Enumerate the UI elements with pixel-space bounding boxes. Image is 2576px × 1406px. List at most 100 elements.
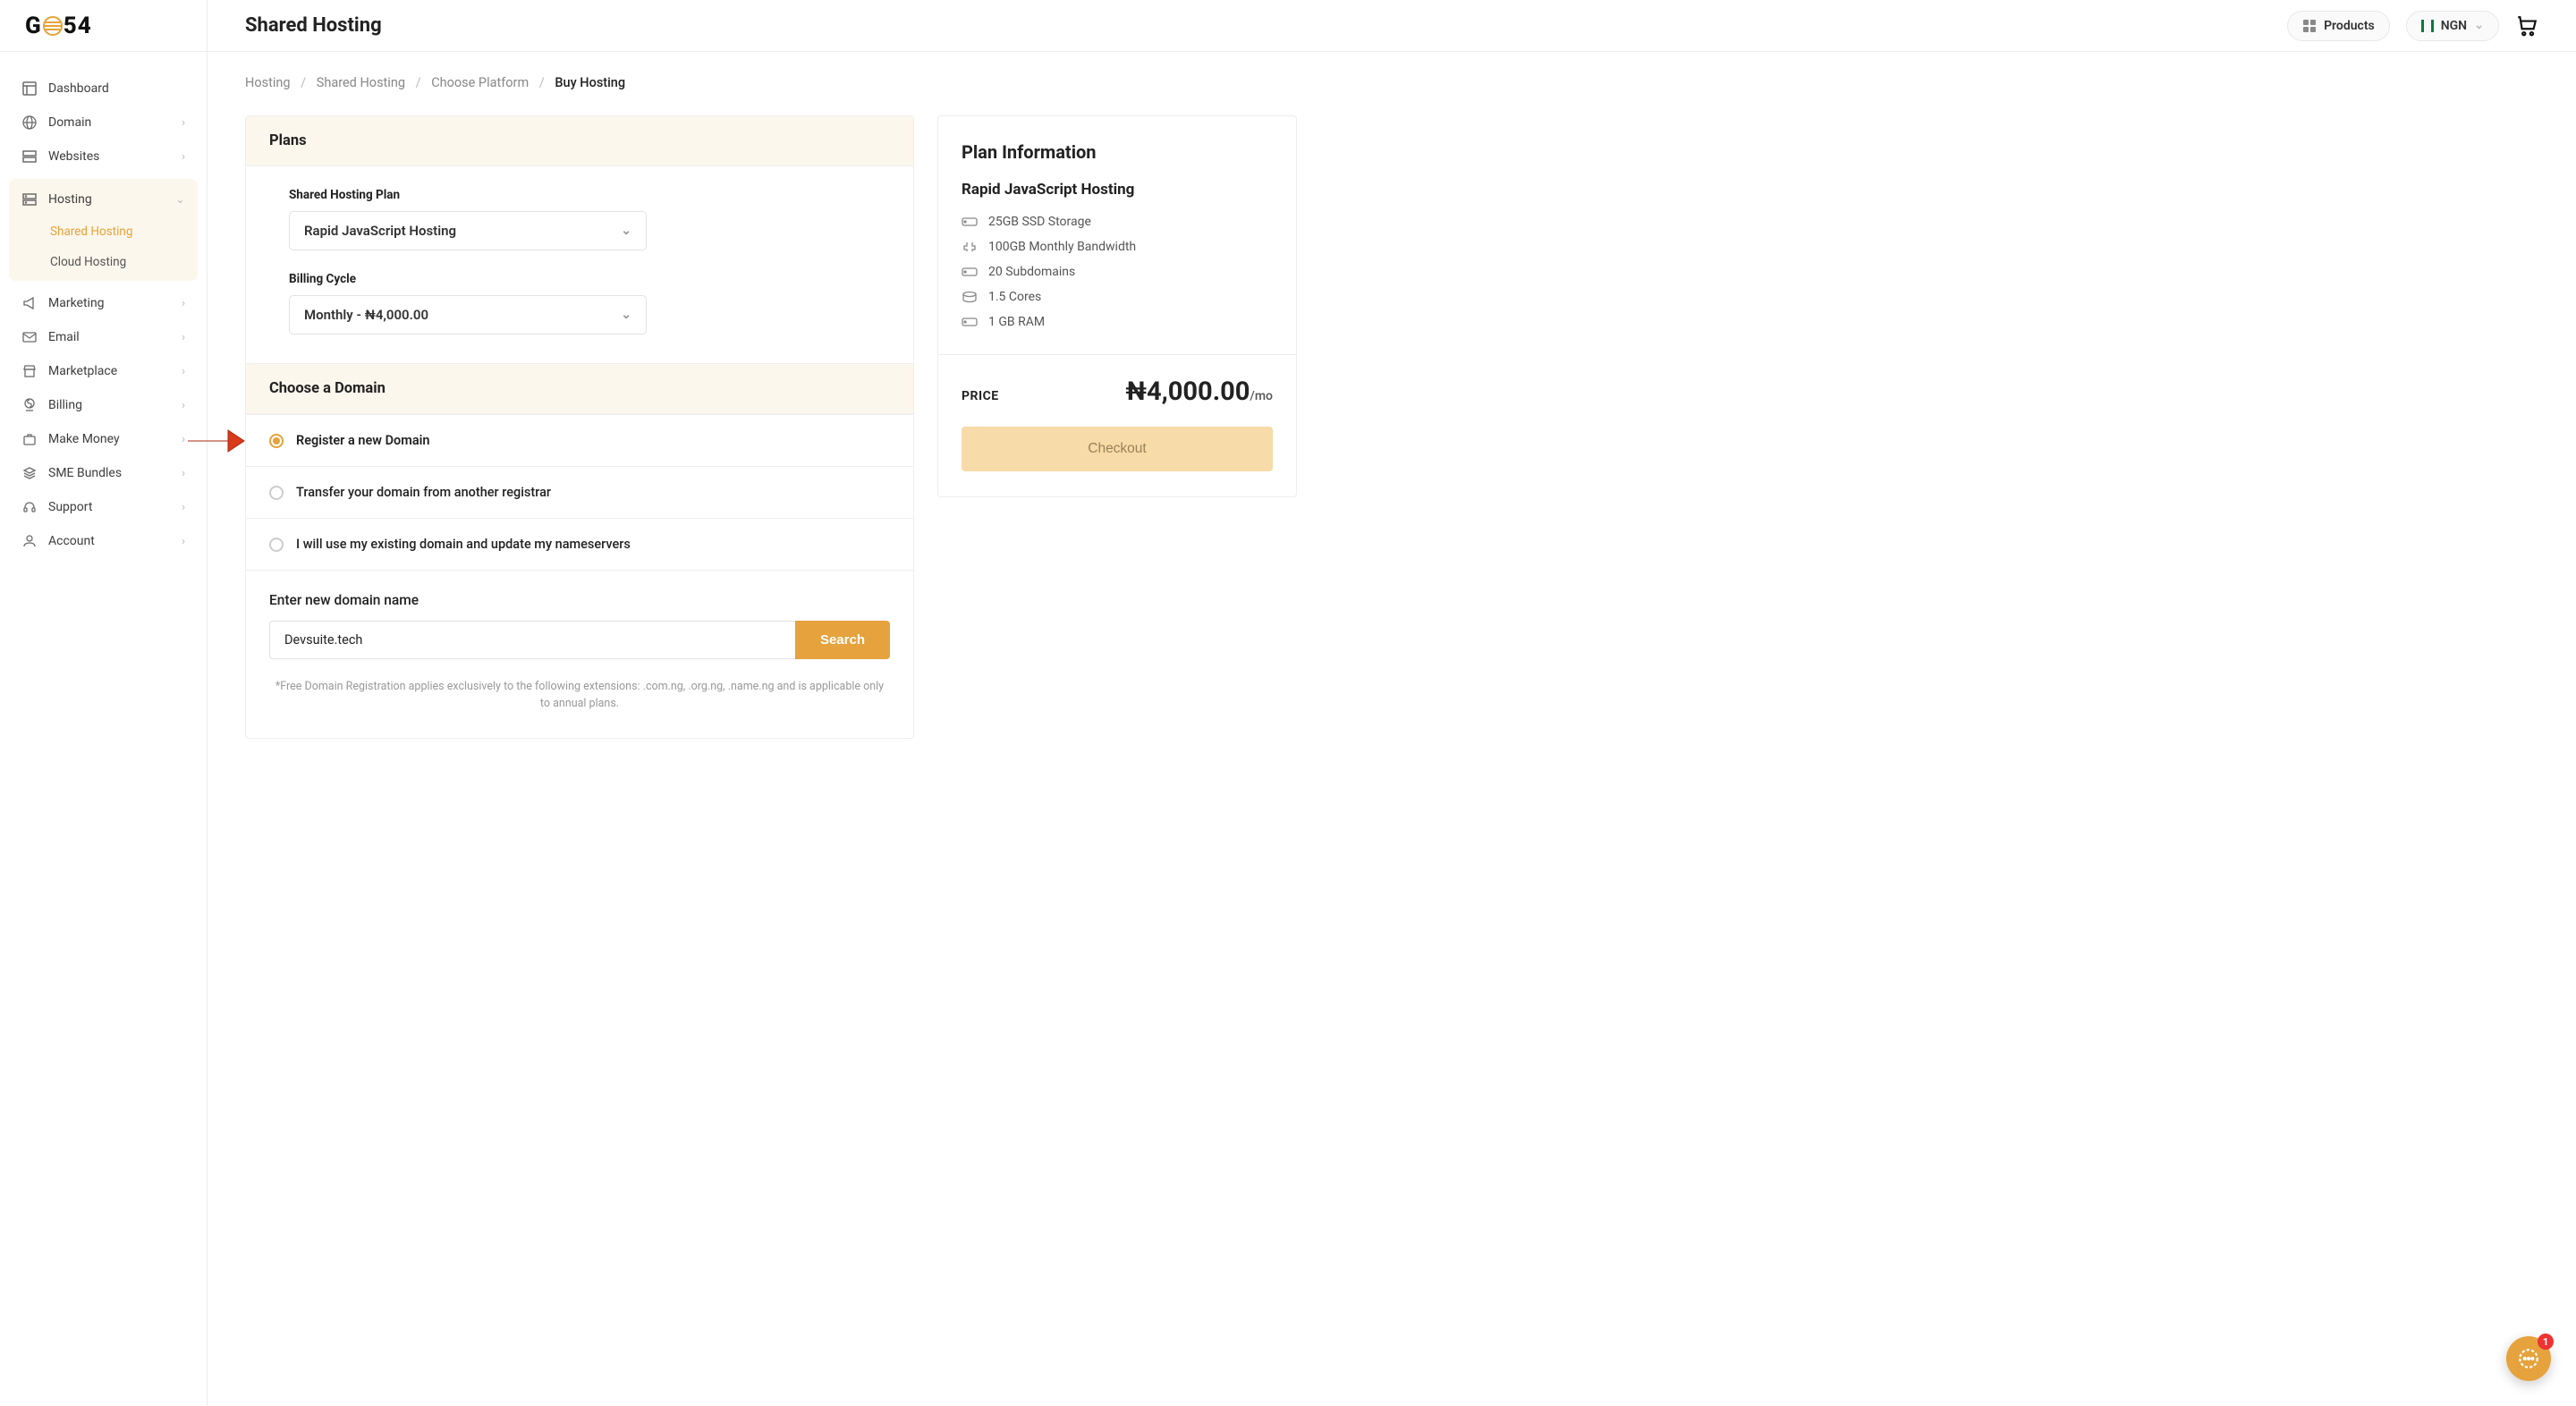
sidebar-item-domain[interactable]: Domain › bbox=[9, 106, 198, 140]
feature-text: 25GB SSD Storage bbox=[988, 215, 1091, 229]
bandwidth-icon bbox=[962, 241, 978, 253]
chevron-right-icon: › bbox=[182, 331, 185, 344]
radio-label: Transfer your domain from another regist… bbox=[296, 485, 551, 500]
user-icon bbox=[21, 533, 38, 549]
sidebar-item-marketplace[interactable]: Marketplace › bbox=[9, 354, 198, 388]
plan-select[interactable]: Rapid JavaScript Hosting ⌄ bbox=[289, 211, 647, 250]
cpu-icon bbox=[962, 291, 978, 303]
logo[interactable]: G 54 bbox=[0, 0, 207, 52]
sidebar-item-dashboard[interactable]: Dashboard bbox=[9, 72, 198, 106]
sidebar-item-label: Marketing bbox=[48, 296, 105, 310]
breadcrumb-item[interactable]: Choose Platform bbox=[431, 75, 529, 90]
topbar: Shared Hosting Products NGN ⌄ bbox=[208, 0, 2576, 52]
plan-select-value: Rapid JavaScript Hosting bbox=[304, 223, 456, 239]
sidebar-group-hosting: Hosting ⌄ Shared Hosting Cloud Hosting bbox=[9, 179, 198, 281]
chevron-right-icon: › bbox=[182, 150, 185, 164]
chat-badge: 1 bbox=[2538, 1334, 2554, 1350]
feature-item: 100GB Monthly Bandwidth bbox=[962, 240, 1273, 254]
sidebar-item-email[interactable]: Email › bbox=[9, 320, 198, 354]
websites-icon bbox=[21, 148, 38, 165]
radio-label: Register a new Domain bbox=[296, 433, 429, 448]
plan-info-card: Plan Information Rapid JavaScript Hostin… bbox=[937, 115, 1297, 497]
domain-option-existing[interactable]: I will use my existing domain and update… bbox=[246, 518, 913, 570]
chevron-right-icon: › bbox=[182, 116, 185, 130]
layers-icon bbox=[21, 465, 38, 481]
sidebar-item-label: Dashboard bbox=[48, 81, 109, 96]
sidebar: G 54 Dashboard Domain › bbox=[0, 0, 208, 1406]
products-button[interactable]: Products bbox=[2287, 11, 2390, 41]
radio-icon bbox=[269, 486, 284, 500]
sidebar-item-label: Websites bbox=[48, 149, 99, 164]
billing-select[interactable]: Monthly - ₦4,000.00 ⌄ bbox=[289, 295, 647, 335]
sidebar-item-websites[interactable]: Websites › bbox=[9, 140, 198, 174]
globe-icon bbox=[21, 114, 38, 131]
grid-icon bbox=[2302, 19, 2317, 33]
sidebar-item-marketing[interactable]: Marketing › bbox=[9, 286, 198, 320]
feature-item: 20 Subdomains bbox=[962, 265, 1273, 279]
checkout-button[interactable]: Checkout bbox=[962, 427, 1273, 471]
chevron-down-icon: ⌄ bbox=[621, 224, 631, 238]
breadcrumb: Hosting / Shared Hosting / Choose Platfo… bbox=[208, 75, 2576, 90]
enter-domain-label: Enter new domain name bbox=[269, 592, 890, 608]
radio-icon bbox=[269, 538, 284, 552]
feature-text: 1 GB RAM bbox=[988, 315, 1045, 329]
currency-label: NGN bbox=[2441, 19, 2467, 33]
page-title: Shared Hosting bbox=[245, 14, 382, 37]
domain-option-register[interactable]: Register a new Domain bbox=[246, 414, 913, 466]
price-unit: /mo bbox=[1250, 389, 1273, 403]
plans-card: Plans Shared Hosting Plan Rapid JavaScri… bbox=[245, 115, 914, 739]
sidebar-item-label: Billing bbox=[48, 398, 82, 412]
chevron-down-icon: ⌄ bbox=[2474, 19, 2484, 32]
sidebar-item-label: Marketplace bbox=[48, 364, 117, 378]
sidebar-item-label: Make Money bbox=[48, 432, 120, 446]
chat-widget[interactable]: 1 bbox=[2506, 1336, 2551, 1381]
sidebar-item-account[interactable]: Account › bbox=[9, 524, 198, 558]
wallet-icon bbox=[21, 397, 38, 413]
plans-section-title: Plans bbox=[246, 116, 913, 166]
divider bbox=[938, 354, 1296, 355]
feature-item: 1 GB RAM bbox=[962, 315, 1273, 329]
storage-icon bbox=[962, 216, 978, 228]
sidebar-item-label: SME Bundles bbox=[48, 466, 122, 480]
radio-label: I will use my existing domain and update… bbox=[296, 537, 631, 552]
chevron-right-icon: › bbox=[182, 501, 185, 514]
feature-text: 1.5 Cores bbox=[988, 290, 1041, 304]
domain-input[interactable] bbox=[269, 621, 795, 659]
currency-selector[interactable]: NGN ⌄ bbox=[2406, 11, 2499, 41]
domain-option-transfer[interactable]: Transfer your domain from another regist… bbox=[246, 466, 913, 518]
sidebar-subitem-cloud-hosting[interactable]: Cloud Hosting bbox=[9, 247, 198, 277]
chevron-down-icon: ⌄ bbox=[621, 308, 631, 322]
chevron-right-icon: › bbox=[182, 297, 185, 310]
sidebar-item-billing[interactable]: Billing › bbox=[9, 388, 198, 422]
feature-text: 100GB Monthly Bandwidth bbox=[988, 240, 1136, 254]
radio-icon bbox=[269, 434, 284, 448]
chevron-right-icon: › bbox=[182, 467, 185, 480]
sidebar-item-hosting[interactable]: Hosting ⌄ bbox=[9, 182, 198, 216]
sidebar-item-sme-bundles[interactable]: SME Bundles › bbox=[9, 456, 198, 490]
dashboard-icon bbox=[21, 80, 38, 97]
search-button[interactable]: Search bbox=[795, 621, 890, 659]
sidebar-item-label: Domain bbox=[48, 115, 91, 130]
cart-icon[interactable] bbox=[2515, 14, 2538, 38]
sidebar-subitem-shared-hosting[interactable]: Shared Hosting bbox=[9, 216, 198, 247]
sidebar-item-support[interactable]: Support › bbox=[9, 490, 198, 524]
breadcrumb-item[interactable]: Hosting bbox=[245, 75, 291, 90]
plan-info-title: Plan Information bbox=[962, 141, 1273, 163]
sidebar-item-label: Email bbox=[48, 330, 80, 344]
price-label: PRICE bbox=[962, 389, 999, 403]
briefcase-icon bbox=[21, 431, 38, 447]
breadcrumb-item[interactable]: Shared Hosting bbox=[317, 75, 405, 90]
feature-text: 20 Subdomains bbox=[988, 265, 1075, 279]
disclaimer-text: *Free Domain Registration applies exclus… bbox=[269, 679, 890, 713]
chevron-right-icon: › bbox=[182, 365, 185, 378]
chevron-down-icon: ⌄ bbox=[175, 193, 185, 207]
billing-select-value: Monthly - ₦4,000.00 bbox=[304, 307, 428, 323]
sidebar-item-label: Hosting bbox=[48, 192, 92, 207]
envelope-icon bbox=[21, 329, 38, 345]
sidebar-item-make-money[interactable]: Make Money › bbox=[9, 422, 198, 456]
feature-item: 25GB SSD Storage bbox=[962, 215, 1273, 229]
products-label: Products bbox=[2324, 19, 2375, 33]
subdomains-icon bbox=[962, 266, 978, 278]
breadcrumb-current: Buy Hosting bbox=[555, 75, 625, 90]
store-icon bbox=[21, 363, 38, 379]
